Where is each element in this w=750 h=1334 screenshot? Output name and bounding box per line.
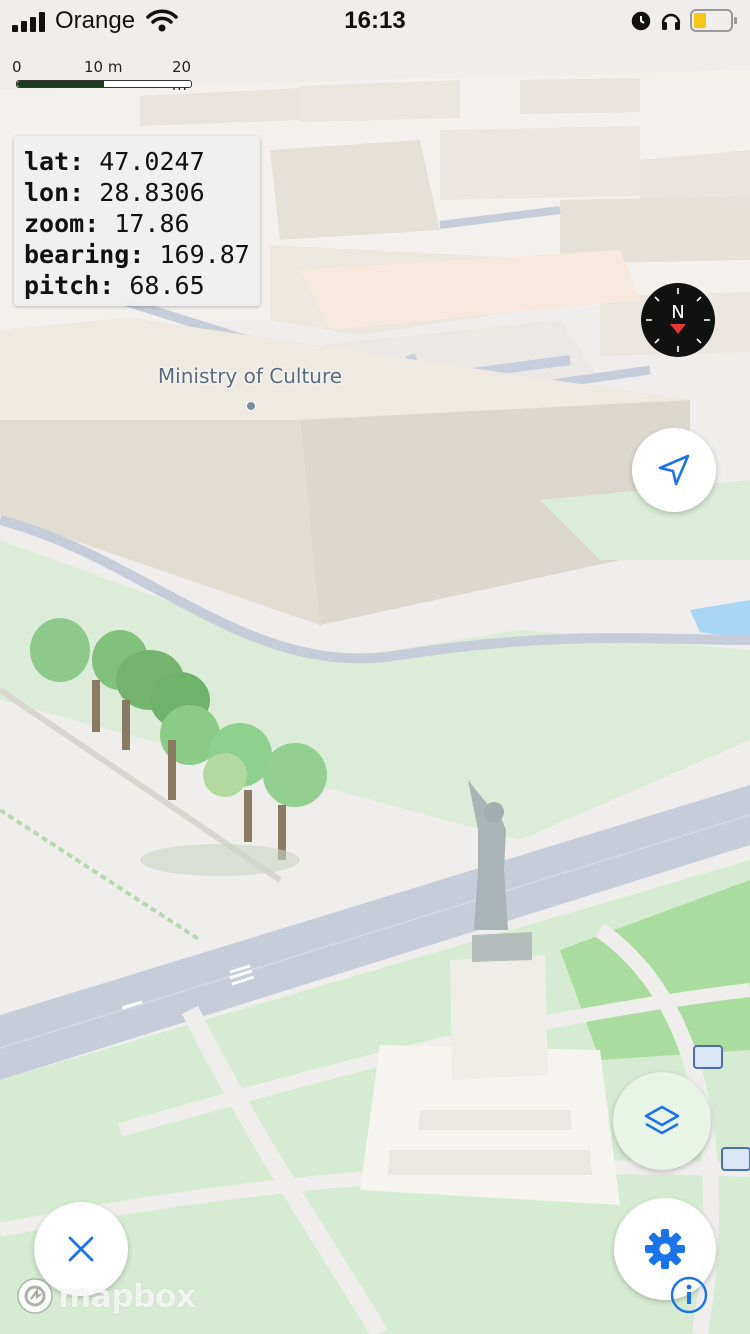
layers-button[interactable] [613,1072,711,1170]
gear-icon [645,1229,685,1269]
scale-track [16,80,192,88]
zoom-row: zoom: 17.86 [24,208,260,239]
mapbox-logo-icon [17,1278,53,1314]
bearing-label: bearing: [24,240,145,269]
pitch-label: pitch: [24,271,115,300]
scale-fill [17,81,104,87]
lat-row: lat: 47.0247 [24,146,260,177]
pitch-value: 68.65 [129,271,205,300]
lon-label: lon: [24,178,85,207]
alarm-icon [631,11,651,31]
scale-label-20m: 20 m [172,58,192,94]
mapbox-logo[interactable]: mapbox [16,1274,196,1318]
compass-icon[interactable]: N [640,282,716,358]
scale-bar: 0 10 m 20 m [12,58,194,94]
mapbox-wordmark: mapbox [58,1277,196,1315]
pitch-row: pitch: 68.65 [24,270,260,301]
compass-letter: N [671,302,684,323]
close-icon [68,1236,94,1262]
bearing-value: 169.87 [159,240,250,269]
info-icon[interactable] [670,1276,708,1314]
layers-icon [644,1105,680,1135]
my-location-button[interactable] [632,428,716,512]
carrier-name: Orange [55,7,136,34]
lat-label: lat: [24,147,85,176]
poi-marker[interactable] [246,401,256,411]
lon-row: lon: 28.8306 [24,177,260,208]
battery-icon [690,9,737,32]
signal-icon [12,12,45,32]
camera-debug-panel: lat: 47.0247 lon: 28.8306 zoom: 17.86 be… [14,136,260,306]
zoom-label: zoom: [24,209,100,238]
scale-label-0: 0 [12,58,22,76]
bearing-row: bearing: 169.87 [24,239,260,270]
scale-label-10m: 10 m [84,58,123,76]
status-bar: Orange 16:13 [0,0,750,44]
navigation-arrow-icon [658,454,690,486]
wifi-icon [146,9,178,32]
lon-value: 28.8306 [99,178,205,207]
lat-value: 47.0247 [99,147,205,176]
zoom-value: 17.86 [114,209,190,238]
poi-label-ministry[interactable]: Ministry of Culture [130,364,370,388]
headphones-icon [661,13,681,30]
